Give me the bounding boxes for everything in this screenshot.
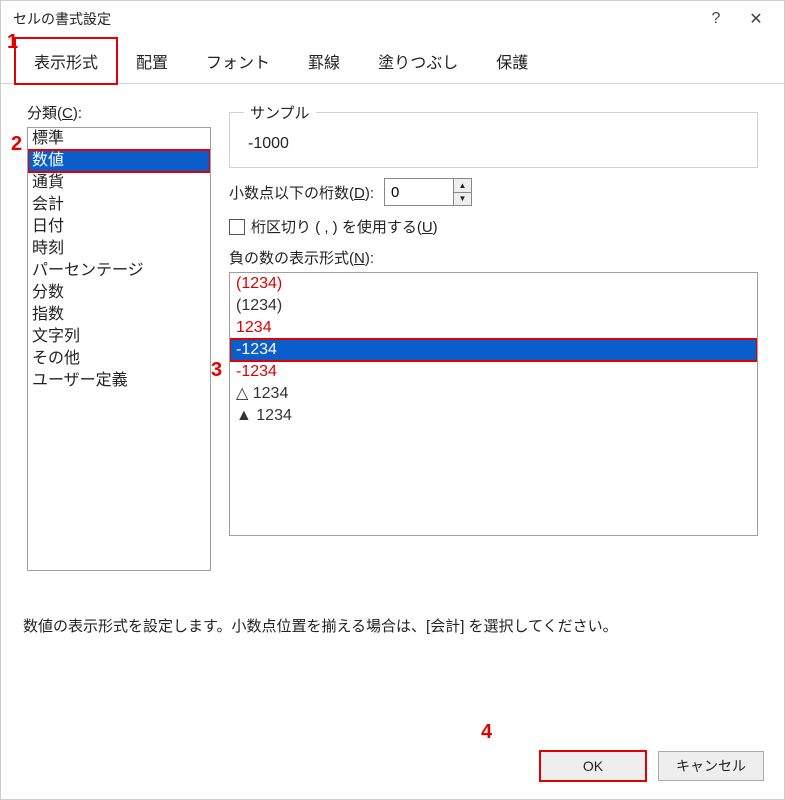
sample-legend: サンプル — [244, 102, 316, 123]
tab-number-format[interactable]: 表示形式 — [15, 38, 117, 84]
footer-buttons: OK キャンセル — [540, 751, 764, 781]
tab-content: 分類(C): 標準 数値 通貨 会計 日付 時刻 パーセンテージ 分数 指数 文… — [1, 84, 784, 579]
thousands-row[interactable]: 桁区切り ( , ) を使用する(U) — [229, 216, 758, 237]
negative-item[interactable]: (1234) — [230, 273, 757, 295]
category-item-accounting[interactable]: 会計 — [28, 194, 210, 216]
help-button[interactable]: ? — [696, 4, 736, 34]
category-label: 分類(C): — [27, 102, 211, 123]
tab-label: 配置 — [136, 55, 168, 72]
negative-item[interactable]: -1234 — [230, 361, 757, 383]
options-column: サンプル -1000 小数点以下の桁数(D): ▲ ▼ 桁区切 — [229, 102, 758, 571]
category-item-scientific[interactable]: 指数 — [28, 304, 210, 326]
category-item-number[interactable]: 数値 — [28, 150, 210, 172]
decimals-spinner[interactable]: ▲ ▼ — [384, 178, 472, 206]
ok-button[interactable]: OK — [540, 751, 646, 781]
tab-label: 罫線 — [308, 55, 340, 72]
negative-label: 負の数の表示形式(N): — [229, 247, 758, 268]
tab-font[interactable]: フォント — [187, 38, 289, 84]
negative-item[interactable]: △ 1234 — [230, 383, 757, 405]
tab-label: フォント — [206, 55, 270, 72]
description-text: 数値の表示形式を設定します。小数点位置を揃える場合は、[会計] を選択してくださ… — [23, 615, 618, 636]
category-item-date[interactable]: 日付 — [28, 216, 210, 238]
spinner-down[interactable]: ▼ — [454, 193, 471, 206]
negative-item-selected[interactable]: -1234 — [230, 339, 757, 361]
decimals-row: 小数点以下の桁数(D): ▲ ▼ — [229, 178, 758, 206]
negative-item[interactable]: (1234) — [230, 295, 757, 317]
title-bar: セルの書式設定 ? ✕ — [1, 1, 784, 37]
sample-group: サンプル -1000 — [229, 102, 758, 168]
thousands-label: 桁区切り ( , ) を使用する(U) — [251, 216, 438, 237]
category-column: 分類(C): 標準 数値 通貨 会計 日付 時刻 パーセンテージ 分数 指数 文… — [27, 102, 211, 571]
format-cells-dialog: セルの書式設定 ? ✕ 表示形式 配置 フォント 罫線 塗りつぶし 保護 分類(… — [0, 0, 785, 800]
sample-value: -1000 — [244, 131, 743, 153]
close-button[interactable]: ✕ — [736, 4, 776, 34]
category-item-fraction[interactable]: 分数 — [28, 282, 210, 304]
negative-item[interactable]: 1234 — [230, 317, 757, 339]
dialog-title: セルの書式設定 — [9, 9, 696, 29]
tab-label: 表示形式 — [34, 55, 98, 72]
tab-fill[interactable]: 塗りつぶし — [359, 38, 477, 84]
category-item-currency[interactable]: 通貨 — [28, 172, 210, 194]
negative-item[interactable]: ▲ 1234 — [230, 405, 757, 427]
category-item-percent[interactable]: パーセンテージ — [28, 260, 210, 282]
category-item-text[interactable]: 文字列 — [28, 326, 210, 348]
category-item-special[interactable]: その他 — [28, 348, 210, 370]
thousands-checkbox[interactable] — [229, 219, 245, 235]
tab-border[interactable]: 罫線 — [289, 38, 359, 84]
category-item-custom[interactable]: ユーザー定義 — [28, 370, 210, 392]
category-item-time[interactable]: 時刻 — [28, 238, 210, 260]
spinner-buttons: ▲ ▼ — [454, 178, 472, 206]
tab-protection[interactable]: 保護 — [477, 38, 547, 84]
category-item-standard[interactable]: 標準 — [28, 128, 210, 150]
tab-alignment[interactable]: 配置 — [117, 38, 187, 84]
decimals-label: 小数点以下の桁数(D): — [229, 182, 374, 203]
tab-label: 塗りつぶし — [378, 55, 458, 72]
cancel-button[interactable]: キャンセル — [658, 751, 764, 781]
negative-listbox[interactable]: (1234) (1234) 1234 -1234 -1234 △ 1234 ▲ … — [229, 272, 758, 536]
annotation-4: 4 — [481, 721, 492, 744]
tab-strip: 表示形式 配置 フォント 罫線 塗りつぶし 保護 — [1, 37, 784, 84]
spinner-up[interactable]: ▲ — [454, 179, 471, 193]
decimals-input[interactable] — [384, 178, 454, 206]
category-listbox[interactable]: 標準 数値 通貨 会計 日付 時刻 パーセンテージ 分数 指数 文字列 その他 … — [27, 127, 211, 571]
tab-label: 保護 — [496, 55, 528, 72]
